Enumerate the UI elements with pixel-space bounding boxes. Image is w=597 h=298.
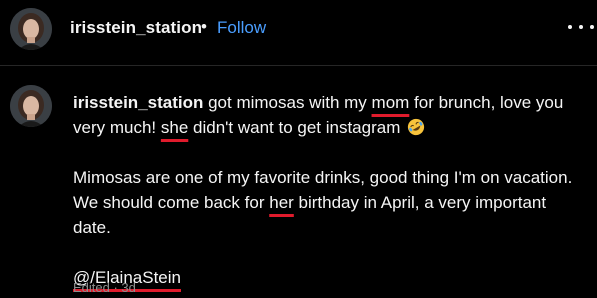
caption-avatar[interactable] [10,85,52,127]
profile-photo-icon [10,85,52,127]
post-header: irisstein_station • Follow [0,0,597,66]
post-meta: Edited · 3d [73,280,136,295]
underlined-word-she: she [160,118,189,137]
underlined-word-mom: mom [371,93,410,112]
more-horizontal-icon[interactable] [568,20,594,34]
profile-photo-icon [10,8,52,50]
header-avatar[interactable] [10,8,52,50]
caption-paragraph-3: @/ElainaStein [73,265,588,290]
rolling-on-floor-laughing-icon [407,118,425,136]
follow-button[interactable]: Follow [217,18,266,38]
caption-text-segment: didn't want to get instagram [188,118,406,137]
caption-paragraph-2: Mimosas are one of my favorite drinks, g… [73,165,588,240]
separator-dot: • [201,17,207,36]
caption-text-segment: got mimosas with my [203,93,372,112]
caption-username[interactable]: irisstein_station [73,93,203,112]
underlined-word-her: her [269,193,294,212]
caption-paragraph-1: irisstein_station got mimosas with my mo… [73,90,588,140]
caption-text: irisstein_station got mimosas with my mo… [73,90,588,290]
header-username[interactable]: irisstein_station [70,18,202,38]
